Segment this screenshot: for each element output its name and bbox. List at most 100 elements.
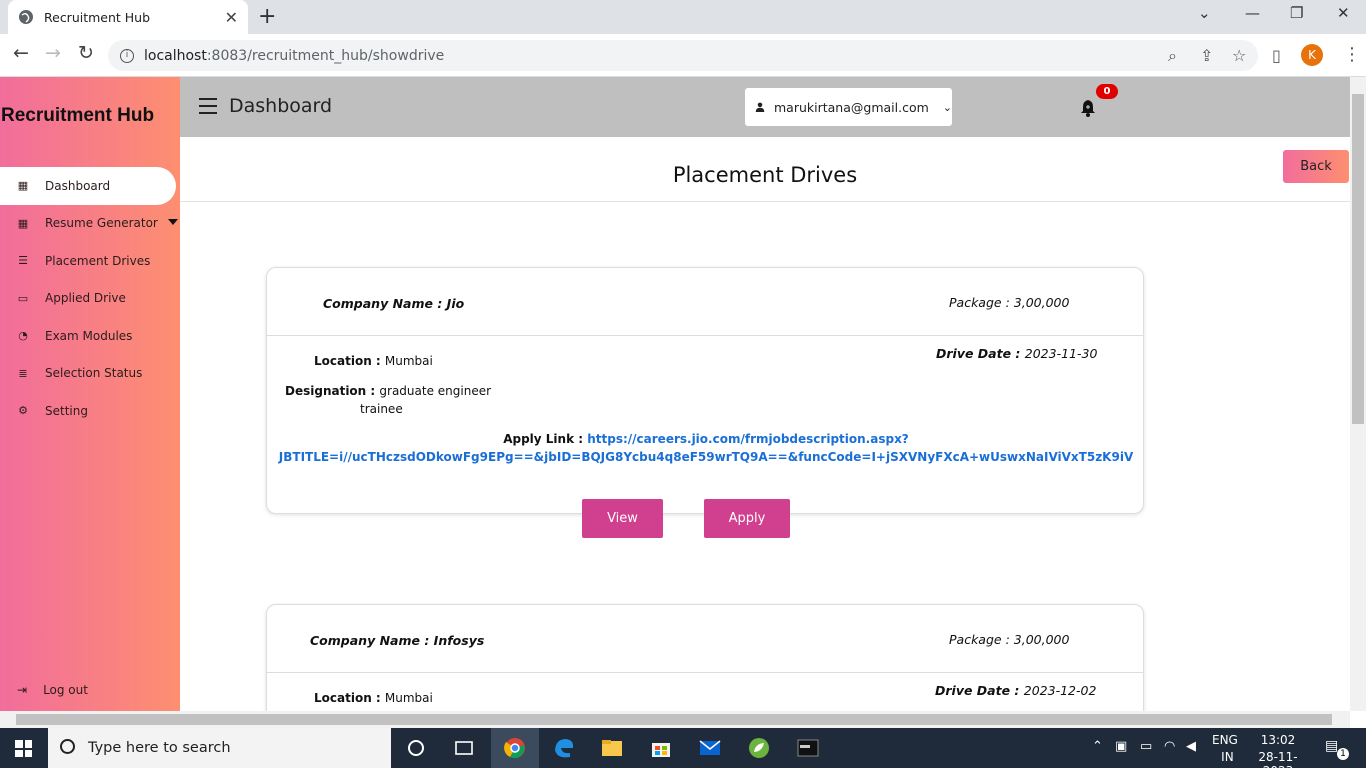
wifi-icon[interactable]: ◠ [1164,739,1175,754]
address-bar[interactable]: i localhost:8083/recruitment_hub/showdri… [108,40,1258,71]
profile-avatar[interactable]: K [1301,44,1323,66]
sidebar-item-label: Selection Status [45,366,143,381]
security-icon[interactable]: ▣ [1115,739,1127,754]
drive-card: Company Name : Jio Package : 3,00,000 Lo… [266,267,1144,514]
volume-icon[interactable]: ◀ [1186,739,1196,754]
language-indicator[interactable]: ENG IN [1212,733,1238,764]
brand-title: Recruitment Hub [1,105,155,126]
forward-arrow-icon[interactable]: → [45,42,61,64]
windows-start-icon[interactable] [15,740,32,757]
sidebar-item-placement-drives[interactable]: ☰ Placement Drives [0,242,180,280]
restore-button[interactable]: ❐ [1290,4,1303,22]
grid-icon: ▦ [17,216,29,230]
chevron-down-icon: ⌄ [942,100,952,114]
zoom-icon[interactable]: ⌕ [1168,46,1177,66]
url-path: :8083/recruitment_hub/showdrive [206,47,445,64]
view-button[interactable]: View [582,499,663,538]
new-tab-button[interactable]: + [258,4,276,29]
close-window-button[interactable]: ✕ [1337,4,1350,22]
sidebar-item-label: Applied Drive [45,291,126,306]
browser-toolbar: ← → ↻ i localhost:8083/recruitment_hub/s… [0,34,1366,77]
logout-label: Log out [43,683,88,697]
package: Package : 3,00,000 [949,632,1070,647]
browser-tab[interactable]: Recruitment Hub ✕ [8,0,248,34]
drive-date: Drive Date : 2023-11-30 [936,346,1098,361]
user-icon [755,102,765,112]
share-icon[interactable]: ⇪ [1200,46,1213,65]
sidebar-item-label: Placement Drives [45,253,151,268]
vertical-scrollbar[interactable] [1350,77,1366,711]
database-icon: ≣ [18,366,28,380]
apply-url-link[interactable]: https://careers.jio.com/frmjobdescriptio… [587,432,909,446]
designation-continued: trainee [360,402,403,416]
scrollbar-thumb[interactable] [1352,94,1364,424]
apply-button[interactable]: Apply [704,499,790,538]
user-dropdown[interactable]: marukirtana@gmail.com ⌄ [745,88,952,126]
list-icon: ☰ [18,254,28,268]
windows-taskbar: Type here to search ⌃ ▣ ▭ ◠ ◀ ENG IN 13:… [0,728,1366,768]
back-button[interactable]: Back [1283,150,1349,183]
sidebar-item-selection-status[interactable]: ≣ Selection Status [0,355,180,393]
sidebar-item-exam-modules[interactable]: ◔ Exam Modules [0,317,180,355]
horizontal-scrollbar[interactable] [0,711,1350,728]
tab-search-icon[interactable]: ⌄ [1198,4,1211,22]
caret-down-icon[interactable] [168,218,178,225]
apply-link: Apply Link : https://careers.jio.com/frm… [278,432,1134,464]
sidebar-nav: ▦ Dashboard ▦ Resume Generator ☰ Placeme… [0,167,180,430]
chevron-up-icon[interactable]: ⌃ [1092,739,1103,754]
battery-icon[interactable]: ▭ [1140,739,1152,754]
bookmark-star-icon[interactable]: ☆ [1232,46,1246,65]
store-icon[interactable] [649,736,673,760]
sidebar-item-resume-generator[interactable]: ▦ Resume Generator [0,205,180,243]
globe-icon [19,10,33,24]
drive-date: Drive Date : 2023-12-02 [935,683,1097,698]
reload-icon[interactable]: ↻ [78,42,94,64]
notification-count-badge: 1 [1337,748,1349,760]
clock[interactable]: 13:02 28-11-2023 [1247,733,1309,768]
apply-url-link-continued[interactable]: JBTITLE=i//ucTHczsdODkowFg9EPg==&jbID=BQ… [279,450,1133,464]
taskbar-search-placeholder: Type here to search [88,740,231,756]
sidebar: Recruitment Hub ▦ Dashboard ▦ Resume Gen… [0,77,180,711]
logout-icon: ⇥ [17,683,28,697]
site-info-icon[interactable]: i [120,48,134,63]
divider [180,201,1350,202]
close-tab-icon[interactable]: ✕ [225,8,238,27]
scrollbar-thumb[interactable] [16,714,1332,725]
location: Location : Mumbai [314,354,433,368]
logout-link[interactable]: ⇥ Log out [17,683,88,697]
drive-card-header: Company Name : Infosys Package : 3,00,00… [267,605,1143,673]
taskbar-search-box[interactable]: Type here to search [48,728,391,768]
designation: Designation : graduate engineer [285,384,492,398]
drive-card: Company Name : Infosys Package : 3,00,00… [266,604,1144,711]
mysql-terminal-icon[interactable] [796,736,820,760]
sidebar-item-applied-drive[interactable]: ▭ Applied Drive [0,280,180,318]
side-panel-icon[interactable]: ▯ [1272,46,1281,65]
spring-tool-icon[interactable] [747,736,771,760]
main-content: Placement Drives Back Company Name : Jio… [180,137,1350,711]
back-arrow-icon[interactable]: ← [13,42,29,64]
browser-tab-bar: Recruitment Hub ✕ + ⌄ — ❐ ✕ [0,0,1366,34]
edge-icon[interactable] [552,736,576,760]
mail-icon[interactable] [698,736,722,760]
chrome-taskbar-item[interactable] [491,728,539,768]
notification-badge: 0 [1096,84,1118,99]
sidebar-item-label: Setting [45,403,88,418]
sidebar-item-setting[interactable]: ⚙ Setting [0,392,180,430]
cortana-icon[interactable] [404,736,428,760]
chrome-icon [504,738,525,759]
drive-card-header: Company Name : Jio Package : 3,00,000 [267,268,1143,336]
user-email: marukirtana@gmail.com [774,99,929,115]
bell-icon[interactable] [1080,99,1096,117]
task-view-icon[interactable] [452,736,476,760]
company-name: Company Name : Infosys [310,633,485,648]
menu-toggle-icon[interactable] [199,98,217,119]
sidebar-item-dashboard[interactable]: ▦ Dashboard [0,167,176,205]
tab-title: Recruitment Hub [44,9,151,25]
app-header: Dashboard marukirtana@gmail.com ⌄ 0 [180,77,1350,137]
minimize-button[interactable]: — [1245,4,1260,22]
url-host: localhost [144,47,207,64]
pie-chart-icon: ◔ [18,329,28,343]
sidebar-item-label: Dashboard [45,178,111,193]
file-explorer-icon[interactable] [600,736,624,760]
browser-menu-icon[interactable]: ⋮ [1343,44,1361,65]
